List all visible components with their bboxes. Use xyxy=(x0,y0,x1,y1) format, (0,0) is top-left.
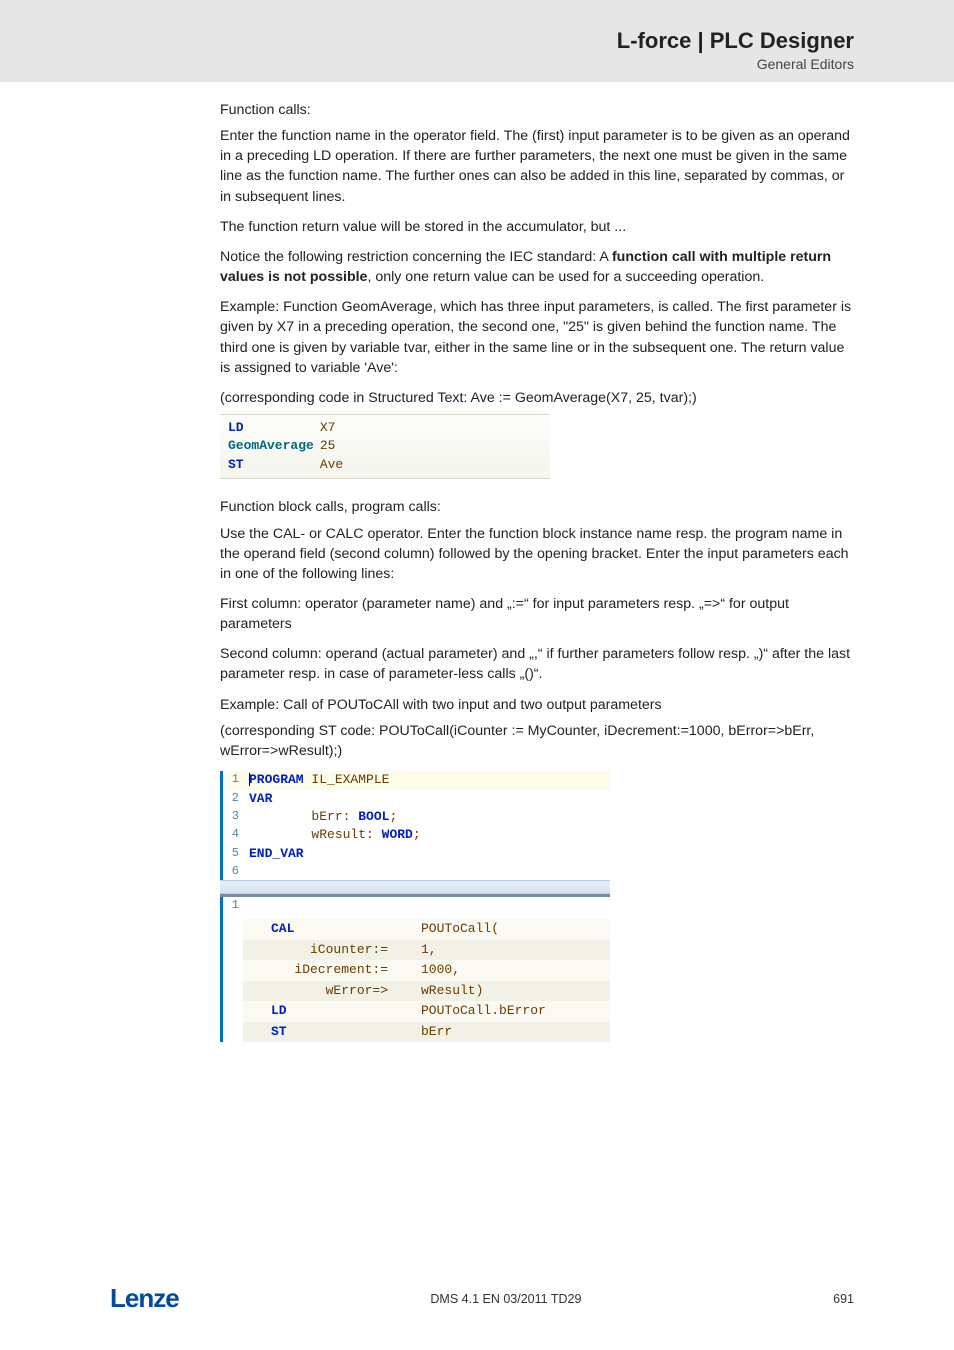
section2-heading: Function block calls, program calls: xyxy=(220,497,854,517)
section2-para4: Example: Call of POUToCAll with two inpu… xyxy=(220,695,854,715)
arg-1000: 1000, xyxy=(421,961,460,979)
line-number: 4 xyxy=(223,826,243,844)
param-icounter: iCounter:= xyxy=(271,941,421,959)
arg-poutocall: POUToCall( xyxy=(421,920,499,938)
line-number: 2 xyxy=(223,790,243,808)
section1-para3: Notice the following restriction concern… xyxy=(220,247,854,287)
indent xyxy=(249,827,311,842)
arg-1: 1, xyxy=(421,941,437,959)
section2-para1: Use the CAL- or CALC operator. Enter the… xyxy=(220,524,854,584)
code1-op-ld: LD xyxy=(228,419,320,437)
editor-splitter[interactable] xyxy=(220,880,610,894)
page-content: Function calls: Enter the function name … xyxy=(0,82,954,1042)
section1-para3-a: Notice the following restriction concern… xyxy=(220,249,612,265)
semi: ; xyxy=(413,827,421,842)
section1-para4: Example: Function GeomAverage, which has… xyxy=(220,297,854,378)
line-number: 3 xyxy=(223,808,243,826)
id-wresult: wResult xyxy=(311,827,366,842)
line-number: 5 xyxy=(223,845,243,863)
line-number: 1 xyxy=(223,897,243,919)
logo-rest: enze xyxy=(125,1283,179,1313)
line-number: 6 xyxy=(223,863,243,880)
il-code-snippet-1: LDX7 GeomAverage25 STAve xyxy=(220,414,550,479)
line-number: 1 xyxy=(223,771,243,789)
param-werror: wError=> xyxy=(271,982,421,1000)
section2-para5: (corresponding ST code: POUToCall(iCount… xyxy=(220,721,854,761)
code1-arg-ave: Ave xyxy=(320,456,349,474)
op-st: ST xyxy=(271,1023,421,1041)
semi: ; xyxy=(389,809,397,824)
editor-declaration-pane[interactable]: 1 PROGRAM IL_EXAMPLE 2 VAR 3 bErr: BOOL;… xyxy=(220,771,610,880)
type-bool: BOOL xyxy=(358,809,389,824)
kw-program: PROGRAM xyxy=(249,772,304,787)
code1-arg-25: 25 xyxy=(320,437,349,455)
lenze-logo: Lenze xyxy=(110,1283,179,1314)
kw-endvar: END_VAR xyxy=(249,846,304,861)
page-number: 691 xyxy=(833,1292,854,1306)
editor-implementation-pane[interactable]: 1 CALPOUToCall( iCounter:=1, iDecrement:… xyxy=(220,897,610,1042)
code1-op-st: ST xyxy=(228,456,320,474)
op-cal: CAL xyxy=(271,920,421,938)
kw-var: VAR xyxy=(249,791,272,806)
il-row: wError=>wResult) xyxy=(243,981,610,1001)
code-editor: 1 PROGRAM IL_EXAMPLE 2 VAR 3 bErr: BOOL;… xyxy=(220,771,610,1042)
il-row: STbErr xyxy=(243,1022,610,1042)
header-title: L-force | PLC Designer xyxy=(0,28,854,54)
colon: : xyxy=(343,809,359,824)
page-header: L-force | PLC Designer General Editors xyxy=(0,0,954,82)
il-row: CALPOUToCall( xyxy=(243,919,610,939)
id-il-example: IL_EXAMPLE xyxy=(304,772,390,787)
code1-op-geomavg: GeomAverage xyxy=(228,437,320,455)
code1-arg-x7: X7 xyxy=(320,419,349,437)
arg-berr: bErr xyxy=(421,1023,452,1041)
section2-para3: Second column: operand (actual parameter… xyxy=(220,644,854,684)
section1-para5: (corresponding code in Structured Text: … xyxy=(220,388,854,408)
arg-berror: POUToCall.bError xyxy=(421,1002,546,1020)
section2-para2: First column: operator (parameter name) … xyxy=(220,594,854,634)
header-subtitle: General Editors xyxy=(0,56,854,72)
section1-heading: Function calls: xyxy=(220,100,854,120)
page-footer: Lenze DMS 4.1 EN 03/2011 TD29 691 xyxy=(0,1283,954,1314)
il-row: LDPOUToCall.bError xyxy=(243,1001,610,1021)
section1-para2: The function return value will be stored… xyxy=(220,217,854,237)
il-row: iDecrement:=1000, xyxy=(243,960,610,980)
section1-para1: Enter the function name in the operator … xyxy=(220,126,854,207)
op-ld: LD xyxy=(271,1002,421,1020)
arg-wresult: wResult) xyxy=(421,982,483,1000)
colon: : xyxy=(366,827,382,842)
logo-l: L xyxy=(110,1283,125,1313)
footer-center: DMS 4.1 EN 03/2011 TD29 xyxy=(430,1292,581,1306)
type-word: WORD xyxy=(382,827,413,842)
indent xyxy=(249,809,311,824)
param-idecrement: iDecrement:= xyxy=(271,961,421,979)
il-row: iCounter:=1, xyxy=(243,940,610,960)
id-berr: bErr xyxy=(311,809,342,824)
section1-para3-c: , only one return value can be used for … xyxy=(367,269,764,285)
